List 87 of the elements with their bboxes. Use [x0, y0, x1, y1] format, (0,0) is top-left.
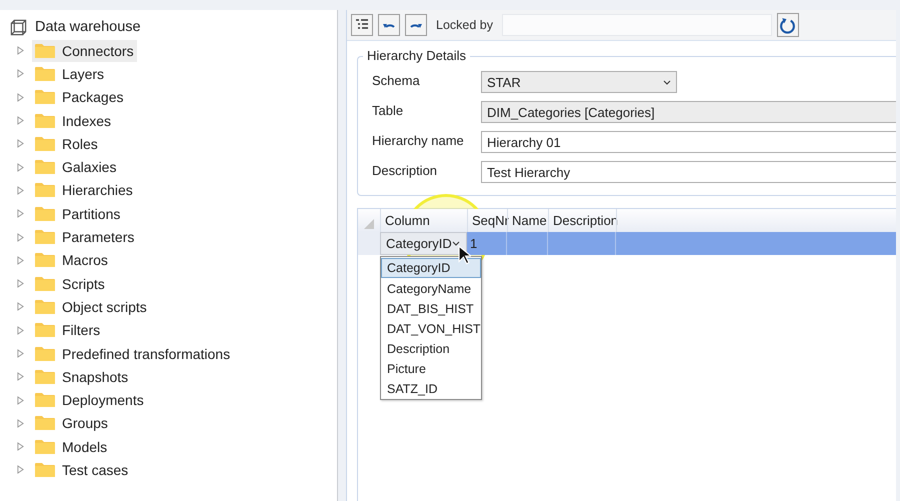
dropdown-option[interactable]: CategoryID: [381, 258, 481, 278]
group-title: Hierarchy Details: [363, 48, 470, 63]
refresh-icon: [779, 16, 796, 34]
dropdown-option[interactable]: CategoryName: [381, 278, 481, 298]
refresh-button[interactable]: [776, 13, 799, 37]
expander-icon[interactable]: [17, 92, 24, 102]
cube-icon: [10, 18, 27, 36]
dropdown-option[interactable]: SATZ_ID: [381, 378, 481, 398]
tree-item[interactable]: Indexes: [32, 110, 114, 132]
expander-icon[interactable]: [17, 209, 24, 218]
folder-icon: [35, 252, 55, 268]
folder-icon: [35, 42, 55, 59]
schema-dropdown[interactable]: STAR: [481, 71, 677, 93]
expander-icon[interactable]: [17, 442, 24, 452]
tree-item[interactable]: Models: [32, 436, 110, 458]
expander-icon[interactable]: [17, 349, 24, 358]
grid-row[interactable]: CategoryID 1: [358, 232, 896, 255]
tree-item[interactable]: Object scripts: [32, 296, 150, 318]
expander-icon[interactable]: [17, 186, 24, 195]
tree-item[interactable]: Parameters: [32, 226, 138, 248]
list-button[interactable]: [351, 14, 373, 36]
expander-icon[interactable]: [17, 139, 24, 148]
tree-item[interactable]: Snapshots: [32, 366, 132, 388]
table-field[interactable]: DIM_Categories [Categories]: [481, 101, 896, 123]
folder-icon: [35, 462, 55, 478]
folder-icon: [35, 229, 55, 246]
folder-icon: [35, 438, 55, 455]
tree-item[interactable]: Test cases: [32, 458, 132, 481]
expander-icon[interactable]: [17, 372, 24, 382]
tree-item[interactable]: Predefined transformations: [32, 342, 234, 364]
folder-icon: [35, 298, 55, 315]
tree-item[interactable]: Connectors: [32, 40, 137, 62]
expander-icon[interactable]: [17, 46, 24, 56]
expander-icon[interactable]: [17, 162, 24, 172]
expander-icon[interactable]: [17, 465, 24, 474]
folder-icon: [35, 182, 55, 198]
tree-item[interactable]: Galaxies: [32, 156, 120, 178]
input-field[interactable]: Hierarchy 01: [481, 131, 896, 153]
dropdown-option[interactable]: Picture: [381, 358, 481, 378]
tree-item[interactable]: Scripts: [32, 272, 108, 295]
folder-icon: [35, 136, 55, 152]
undo-button[interactable]: [378, 14, 400, 36]
folder-icon: [35, 392, 55, 408]
tree-item[interactable]: Macros: [32, 249, 111, 272]
expander-icon[interactable]: [17, 418, 24, 428]
field-label: Schema: [372, 73, 421, 88]
expander-icon[interactable]: [17, 326, 24, 335]
folder-icon: [35, 346, 55, 362]
tree-item[interactable]: Partitions: [32, 202, 124, 225]
tree-item[interactable]: Filters: [32, 319, 104, 342]
tree-item[interactable]: Roles: [32, 132, 101, 155]
folder-icon: [35, 89, 55, 106]
field-label: Description: [372, 163, 438, 178]
folder-icon: [35, 368, 55, 385]
dropdown-option[interactable]: DAT_VON_HIST: [381, 318, 481, 338]
caret-icon: [452, 241, 460, 246]
tree-item[interactable]: Deployments: [32, 389, 147, 412]
folder-icon: [35, 66, 55, 82]
expander-icon[interactable]: [17, 69, 24, 78]
redo-button[interactable]: [405, 14, 427, 36]
dropdown-option[interactable]: DAT_BIS_HIST: [381, 298, 481, 318]
input-field[interactable]: Test Hierarchy: [481, 161, 896, 183]
caret-icon: [663, 80, 671, 84]
folder-icon: [35, 159, 55, 176]
corner-triangle-icon: [364, 219, 374, 229]
field-label: Table: [372, 103, 404, 118]
folder-icon: [35, 276, 55, 292]
expander-icon[interactable]: [17, 396, 24, 405]
tree-item[interactable]: Groups: [32, 412, 111, 434]
list-icon: [355, 18, 369, 32]
folder-icon: [35, 112, 55, 129]
folder-icon: [35, 206, 55, 222]
tree-item[interactable]: Hierarchies: [32, 179, 136, 202]
expander-icon[interactable]: [17, 232, 24, 242]
expander-icon[interactable]: [17, 256, 24, 265]
tree-item[interactable]: Layers: [32, 62, 108, 85]
tree-item[interactable]: Packages: [32, 86, 126, 108]
folder-icon: [35, 322, 55, 338]
expander-icon[interactable]: [17, 116, 24, 126]
column-combo[interactable]: CategoryID: [380, 232, 467, 255]
folder-icon: [35, 415, 55, 432]
dropdown-option[interactable]: Description: [381, 338, 481, 358]
tree-root-label: Data warehouse: [35, 19, 141, 35]
expander-icon[interactable]: [17, 279, 24, 288]
field-label: Hierarchy name: [372, 133, 465, 148]
locked-by-label: Locked by: [436, 18, 493, 32]
expander-icon[interactable]: [17, 302, 24, 312]
